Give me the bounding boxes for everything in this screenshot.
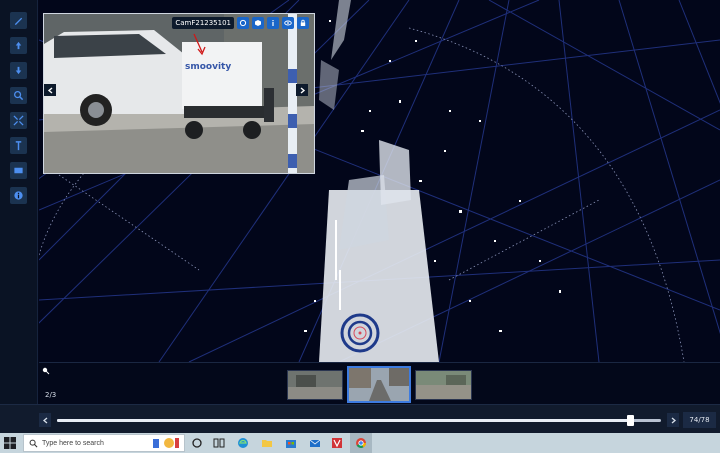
- next-frame-button[interactable]: [667, 413, 679, 427]
- cortana-circle-icon: [192, 438, 202, 448]
- mail-button[interactable]: [308, 436, 322, 450]
- pen-tool-button[interactable]: [10, 12, 27, 29]
- chevron-right-icon: [300, 86, 305, 94]
- file-explorer-button[interactable]: [260, 436, 274, 450]
- camera-lock-button[interactable]: [297, 17, 309, 29]
- taskbar-search-box[interactable]: Type here to search: [23, 434, 185, 452]
- camera-thumbnail-strip: 2/3: [39, 362, 720, 404]
- frame-counter: 74/78: [683, 412, 716, 428]
- left-toolbar: [0, 0, 38, 404]
- mail-icon: [309, 439, 321, 447]
- camera-visibility-button[interactable]: [282, 17, 294, 29]
- camera-name-label: CamF21235101: [172, 17, 234, 29]
- timeline-bar: 74/78: [0, 404, 720, 433]
- thumbnail-image: [416, 371, 471, 399]
- windows-taskbar: Type here to search: [0, 433, 720, 453]
- move-down-button[interactable]: [10, 62, 27, 79]
- cube-icon: [255, 20, 261, 26]
- cortana-illustration-icon: [153, 438, 179, 448]
- zoom-icon: [14, 91, 24, 101]
- previous-frame-button[interactable]: [39, 413, 51, 427]
- camera-thumbnail-active[interactable]: [347, 366, 411, 403]
- edge-taskbar-button[interactable]: [236, 436, 250, 450]
- info-button[interactable]: [10, 187, 27, 204]
- box-tool-button[interactable]: [10, 162, 27, 179]
- info-icon: [272, 20, 274, 26]
- camera-thumbnail[interactable]: [415, 370, 472, 400]
- chevron-right-icon: [671, 417, 676, 423]
- camera-thumbnail[interactable]: [287, 370, 343, 400]
- timeline-track[interactable]: [57, 419, 661, 422]
- pin-icon[interactable]: [42, 367, 50, 375]
- office-app-button[interactable]: [330, 436, 344, 450]
- info-icon: [14, 191, 23, 200]
- chevron-left-icon: [42, 417, 47, 423]
- expand-icon: [13, 115, 24, 126]
- camera-toolbar: CamF21235101: [172, 17, 309, 29]
- store-icon: [286, 440, 296, 448]
- height-tool-button[interactable]: [10, 137, 27, 154]
- task-view-icon: [213, 438, 225, 448]
- office-app-icon: [332, 438, 342, 448]
- folder-icon: [262, 440, 272, 447]
- cortana-button[interactable]: [190, 436, 204, 450]
- timeline-progress: [57, 419, 631, 422]
- thumbnail-image: [349, 368, 409, 401]
- pen-icon: [14, 17, 23, 26]
- arrow-up-icon: [15, 41, 22, 50]
- camera-counter: 2/3: [45, 391, 57, 399]
- camera-next-button[interactable]: [296, 84, 308, 96]
- point-cloud-viewer: smoovity CamF21235101 2/3 74/78: [0, 0, 720, 433]
- search-placeholder: Type here to search: [42, 439, 104, 447]
- height-icon: [15, 141, 22, 151]
- task-view-button[interactable]: [212, 436, 226, 450]
- chrome-taskbar-button[interactable]: [354, 436, 368, 450]
- camera-info-button[interactable]: [267, 17, 279, 29]
- windows-start-icon[interactable]: [4, 437, 16, 449]
- zoom-button[interactable]: [10, 87, 27, 104]
- camera-photo-sign-text: smoovity: [185, 62, 232, 72]
- box-icon: [14, 167, 23, 174]
- arrow-down-icon: [15, 66, 22, 75]
- camera-3d-button[interactable]: [252, 17, 264, 29]
- chevron-left-icon: [47, 86, 52, 94]
- refresh-icon: [239, 19, 247, 27]
- camera-prev-button[interactable]: [44, 84, 56, 96]
- camera-panel: smoovity CamF21235101: [43, 13, 315, 174]
- eye-icon: [284, 20, 292, 26]
- edge-browser-icon: [238, 438, 248, 448]
- search-icon: [29, 439, 38, 447]
- store-button[interactable]: [284, 436, 298, 450]
- fit-view-button[interactable]: [10, 112, 27, 129]
- timeline-handle[interactable]: [627, 415, 635, 426]
- thumbnail-image: [288, 371, 342, 399]
- camera-refresh-button[interactable]: [237, 17, 249, 29]
- lock-icon: [300, 19, 306, 26]
- chrome-browser-icon: [356, 438, 366, 448]
- move-up-button[interactable]: [10, 37, 27, 54]
- camera-image: [44, 14, 314, 173]
